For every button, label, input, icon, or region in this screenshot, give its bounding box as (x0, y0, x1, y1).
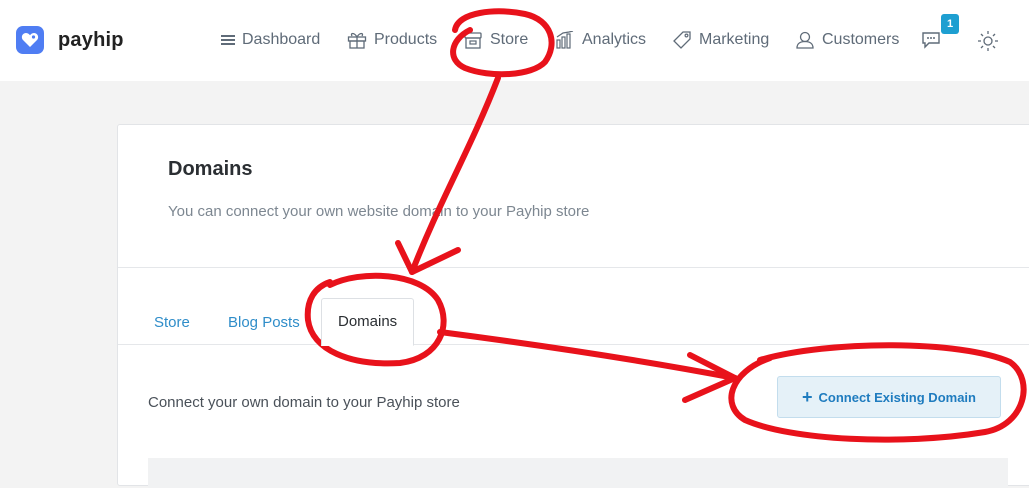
nav-dashboard-label: Dashboard (242, 31, 321, 48)
user-icon (796, 31, 814, 49)
nav-customers[interactable]: Customers (795, 31, 899, 49)
connect-button-label: Connect Existing Domain (818, 389, 976, 405)
nav-store-label: Store (490, 31, 529, 48)
gift-icon (347, 32, 367, 49)
domains-description: Connect your own domain to your Payhip s… (148, 394, 460, 411)
brand-logo[interactable]: payhip (16, 26, 124, 54)
nav-marketing[interactable]: Marketing (672, 31, 769, 49)
page-subtitle: You can connect your own website domain … (168, 203, 590, 220)
connect-existing-domain-button[interactable]: + Connect Existing Domain (777, 376, 1001, 418)
domains-list-row (148, 458, 1008, 488)
nav-store[interactable]: Store (463, 31, 528, 49)
tabs-divider (118, 344, 1029, 345)
notification-badge[interactable]: 1 (941, 14, 959, 34)
nav-products[interactable]: Products (347, 31, 437, 49)
card-header: Domains You can connect your own website… (118, 125, 1029, 268)
nav-dashboard[interactable]: Dashboard (221, 31, 320, 49)
domains-card: Domains You can connect your own website… (117, 124, 1029, 488)
sun-icon[interactable] (977, 30, 999, 52)
nav-analytics[interactable]: Analytics (555, 31, 646, 49)
nav-analytics-label: Analytics (582, 31, 647, 48)
tab-domains[interactable]: Domains (321, 298, 415, 346)
heart-tag-icon (16, 26, 44, 54)
menu-icon (221, 35, 235, 45)
store-icon (464, 32, 482, 49)
page-title: Domains (168, 158, 253, 180)
nav-customers-label: Customers (822, 31, 900, 48)
tab-blog-posts[interactable]: Blog Posts (228, 314, 300, 331)
top-navigation-bar: payhip Dashboard Products Store Analytic… (0, 0, 1029, 81)
messages-icon[interactable] (920, 30, 944, 50)
nav-marketing-label: Marketing (699, 31, 770, 48)
brand-name: payhip (58, 28, 124, 51)
analytics-icon (556, 31, 574, 49)
tab-store[interactable]: Store (154, 314, 190, 331)
tag-icon (673, 31, 691, 49)
nav-products-label: Products (374, 31, 438, 48)
plus-icon: + (802, 387, 813, 407)
